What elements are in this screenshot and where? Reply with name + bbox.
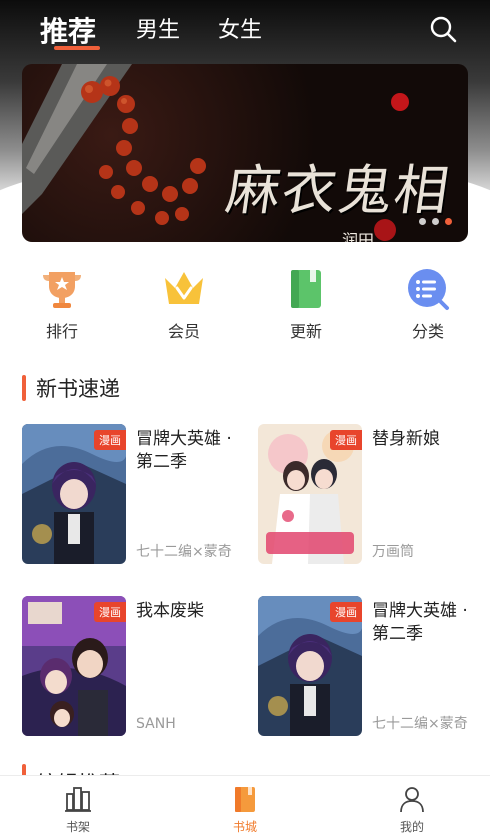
entry-ranking[interactable]: 排行 <box>22 266 102 342</box>
book-card[interactable]: 漫画 冒牌大英雄 · 第二季 七十二编×蒙奇 <box>22 424 248 566</box>
tab-male[interactable]: 男生 <box>136 12 180 44</box>
book-title[interactable]: 冒牌大英雄 · 第二季 <box>136 428 246 474</box>
book-author: SANH <box>136 716 176 732</box>
book-title[interactable]: 冒牌大英雄 · 第二季 <box>372 600 482 646</box>
nav-bookstore[interactable]: 书城 <box>205 784 285 835</box>
nav-label: 书架 <box>65 820 90 834</box>
pagination-dot-active <box>445 218 452 225</box>
nav-profile[interactable]: 我的 <box>372 784 452 835</box>
pagination-dot <box>419 218 426 225</box>
bookstore-icon <box>235 787 255 812</box>
nav-bookshelf[interactable]: 书架 <box>38 784 118 835</box>
tab-female[interactable]: 女生 <box>218 12 262 44</box>
bottom-navigation: 书架 书城 我的 <box>0 775 490 840</box>
section-title: 新书速递 <box>36 377 120 401</box>
entry-label: 排行 <box>45 322 78 341</box>
book-card[interactable]: 漫画 替身新娘 万画筒 <box>258 424 484 566</box>
book-card[interactable]: 漫画 冒牌大英雄 · 第二季 七十二编×蒙奇 <box>258 596 484 738</box>
book-card[interactable]: 漫画 我本废柴 SANH <box>22 596 248 738</box>
nav-label: 我的 <box>399 820 424 834</box>
tab-recommend[interactable]: 推荐 <box>40 10 96 50</box>
pagination-dot <box>432 218 439 225</box>
entry-label: 会员 <box>167 322 200 341</box>
banner-subtitle: 润田 <box>342 231 375 242</box>
book-title[interactable]: 替身新娘 <box>372 428 482 451</box>
trophy-icon <box>43 272 81 308</box>
entry-label: 更新 <box>289 322 322 341</box>
book-author: 七十二编×蒙奇 <box>136 544 232 560</box>
book-cover[interactable]: 漫画 <box>22 596 126 736</box>
entry-updates[interactable]: 更新 <box>266 266 346 342</box>
promo-banner[interactable]: 麻衣鬼相 润田 <box>22 64 468 242</box>
book-cover[interactable]: 漫画 <box>22 424 126 564</box>
entry-label: 分类 <box>411 322 444 341</box>
active-tab-indicator <box>54 46 100 50</box>
book-title[interactable]: 我本废柴 <box>136 600 246 623</box>
comic-tag: 漫画 <box>94 602 126 622</box>
profile-icon <box>400 787 424 813</box>
book-author: 万画筒 <box>372 544 414 560</box>
comic-tag: 漫画 <box>94 430 126 450</box>
category-icon <box>408 269 449 310</box>
book-cover[interactable]: 漫画 <box>258 424 362 564</box>
banner-pagination <box>419 218 452 225</box>
comic-tag: 漫画 <box>330 430 362 450</box>
quick-entries: 排行 会员 更新 分类 <box>0 266 490 346</box>
entry-vip[interactable]: 会员 <box>144 266 224 342</box>
section-header-new-books: 新书速递 <box>22 373 120 403</box>
book-cover[interactable]: 漫画 <box>258 596 362 736</box>
banner-seal <box>374 219 396 241</box>
entry-category[interactable]: 分类 <box>388 266 468 342</box>
crown-icon <box>165 272 203 304</box>
top-header: 推荐 男生 女生 <box>0 0 490 60</box>
section-accent-bar <box>22 375 26 401</box>
nav-label: 书城 <box>232 820 257 834</box>
book-icon <box>291 270 321 308</box>
comic-tag: 漫画 <box>330 602 362 622</box>
banner-title: 麻衣鬼相 <box>221 159 455 222</box>
book-author: 七十二编×蒙奇 <box>372 716 468 732</box>
search-icon[interactable] <box>428 14 458 44</box>
bookshelf-icon <box>65 787 91 812</box>
